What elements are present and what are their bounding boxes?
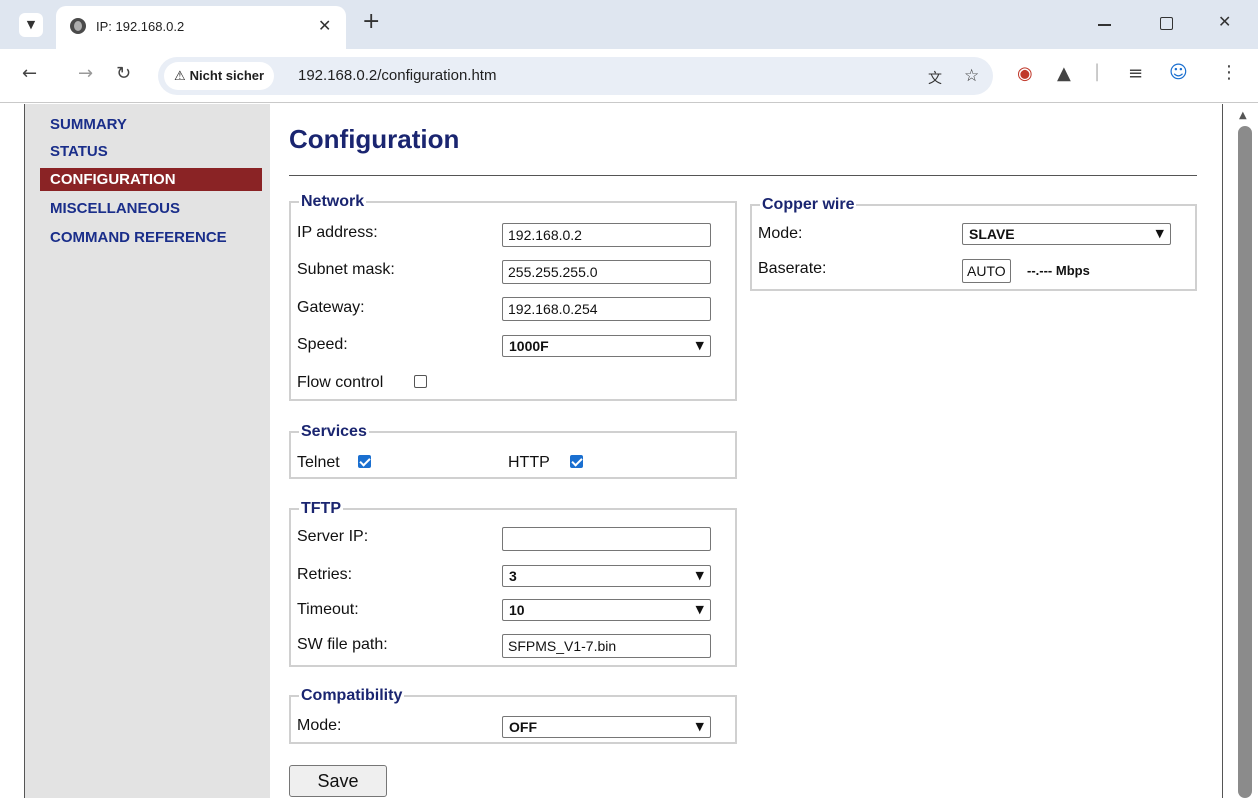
telnet-label: Telnet bbox=[297, 454, 340, 471]
chevron-down-icon: ▼ bbox=[1155, 227, 1164, 240]
baserate-label: Baserate: bbox=[758, 260, 827, 277]
baserate-readout: --.--- Mbps bbox=[1027, 263, 1090, 278]
close-window-icon[interactable]: ✕ bbox=[1218, 12, 1231, 31]
timeout-label: Timeout: bbox=[297, 601, 359, 618]
page-title: Configuration bbox=[289, 124, 460, 154]
subnet-mask-input[interactable]: 255.255.255.0 bbox=[502, 260, 711, 284]
http-label: HTTP bbox=[508, 454, 550, 471]
timeout-select[interactable]: 10 ▼ bbox=[502, 599, 711, 621]
gateway-label: Gateway: bbox=[297, 299, 365, 316]
url-text[interactable]: 192.168.0.2/configuration.htm bbox=[298, 67, 496, 84]
bookmark-star-icon[interactable]: ☆ bbox=[964, 66, 979, 86]
warning-triangle-icon: ⚠ bbox=[174, 69, 186, 84]
sidebar-item-miscellaneous[interactable]: MISCELLANEOUS bbox=[40, 197, 262, 220]
chevron-down-icon: ▼ bbox=[695, 720, 704, 733]
address-bar[interactable]: ⚠ Nicht sicher 192.168.0.2/configuration.… bbox=[158, 57, 993, 95]
globe-icon bbox=[70, 18, 86, 34]
flow-control-label: Flow control bbox=[297, 374, 384, 391]
title-divider bbox=[289, 175, 1197, 176]
toolbar-divider: | bbox=[1094, 61, 1101, 82]
scrollbar-thumb[interactable] bbox=[1238, 126, 1252, 798]
http-checkbox[interactable] bbox=[570, 455, 583, 468]
flow-control-checkbox[interactable] bbox=[414, 375, 427, 388]
extension-icon[interactable]: ◉ bbox=[1017, 63, 1033, 84]
sidebar-item-configuration[interactable]: CONFIGURATION bbox=[40, 168, 262, 191]
tab-search-chevron-icon[interactable]: ▼ bbox=[19, 13, 43, 37]
browser-menu-icon[interactable]: ⋮ bbox=[1220, 62, 1238, 83]
copper-mode-select[interactable]: SLAVE ▼ bbox=[962, 223, 1171, 245]
sidebar: SUMMARY STATUS CONFIGURATION MISCELLANEO… bbox=[24, 104, 270, 798]
sidebar-item-command-reference[interactable]: COMMAND REFERENCE bbox=[40, 226, 262, 249]
compatibility-legend: Compatibility bbox=[301, 687, 403, 704]
baserate-input[interactable]: AUTO bbox=[962, 259, 1011, 283]
copper-wire-legend: Copper wire bbox=[762, 196, 855, 213]
copper-mode-value: SLAVE bbox=[969, 226, 1015, 242]
sidebar-item-summary[interactable]: SUMMARY bbox=[40, 113, 262, 136]
server-ip-input[interactable] bbox=[502, 527, 711, 551]
browser-tab-bar: ▼ IP: 192.168.0.2 ✕ + ✕ bbox=[0, 0, 1258, 49]
ip-address-label: IP address: bbox=[297, 224, 378, 241]
maximize-window-icon[interactable] bbox=[1160, 17, 1173, 30]
chevron-down-icon: ▼ bbox=[695, 339, 704, 352]
scrollbar-edge bbox=[1222, 104, 1223, 798]
sw-file-path-label: SW file path: bbox=[297, 636, 388, 653]
back-arrow-icon[interactable]: ← bbox=[22, 63, 37, 84]
sw-file-path-input[interactable]: SFPMS_V1-7.bin bbox=[502, 634, 711, 658]
chevron-down-icon: ▼ bbox=[695, 569, 704, 582]
chevron-down-icon: ▼ bbox=[695, 603, 704, 616]
retries-label: Retries: bbox=[297, 566, 353, 583]
forward-arrow-icon[interactable]: → bbox=[78, 63, 93, 84]
minimize-window-icon[interactable] bbox=[1098, 24, 1111, 26]
tab-title: IP: 192.168.0.2 bbox=[96, 19, 185, 34]
gateway-input[interactable]: 192.168.0.254 bbox=[502, 297, 711, 321]
subnet-mask-label: Subnet mask: bbox=[297, 261, 395, 278]
speed-select-value: 1000F bbox=[509, 338, 549, 354]
security-label: Nicht sicher bbox=[189, 68, 265, 83]
scroll-up-arrow-icon[interactable]: ▲ bbox=[1239, 110, 1247, 121]
browser-toolbar: ← → ↻ ⚠ Nicht sicher 192.168.0.2/configur… bbox=[0, 49, 1258, 103]
security-indicator[interactable]: ⚠ Nicht sicher bbox=[164, 62, 275, 90]
browser-tab[interactable]: IP: 192.168.0.2 ✕ bbox=[56, 6, 346, 49]
reading-list-icon[interactable]: ≡ bbox=[1128, 63, 1143, 84]
retries-select[interactable]: 3 ▼ bbox=[502, 565, 711, 587]
new-tab-plus-icon[interactable]: + bbox=[362, 11, 380, 33]
retries-select-value: 3 bbox=[509, 568, 517, 584]
profile-avatar-icon[interactable]: ☺ bbox=[1169, 62, 1188, 83]
close-tab-icon[interactable]: ✕ bbox=[318, 16, 331, 35]
save-button[interactable]: Save bbox=[289, 765, 387, 797]
reload-icon[interactable]: ↻ bbox=[116, 63, 131, 84]
network-legend: Network bbox=[301, 193, 365, 210]
translate-icon[interactable]: 文 bbox=[928, 68, 942, 88]
copper-mode-label: Mode: bbox=[758, 225, 803, 242]
sidebar-item-status[interactable]: STATUS bbox=[40, 140, 262, 163]
extensions-puzzle-icon[interactable]: ▲ bbox=[1057, 63, 1071, 84]
telnet-checkbox[interactable] bbox=[358, 455, 371, 468]
compatibility-mode-select[interactable]: OFF ▼ bbox=[502, 716, 711, 738]
ip-address-input[interactable]: 192.168.0.2 bbox=[502, 223, 711, 247]
compatibility-mode-label: Mode: bbox=[297, 717, 342, 734]
server-ip-label: Server IP: bbox=[297, 528, 369, 545]
compatibility-mode-value: OFF bbox=[509, 719, 537, 735]
speed-label: Speed: bbox=[297, 336, 348, 353]
services-legend: Services bbox=[301, 423, 367, 440]
page-viewport: SUMMARY STATUS CONFIGURATION MISCELLANEO… bbox=[0, 104, 1258, 798]
tftp-legend: TFTP bbox=[301, 500, 341, 517]
timeout-select-value: 10 bbox=[509, 602, 525, 618]
speed-select[interactable]: 1000F ▼ bbox=[502, 335, 711, 357]
